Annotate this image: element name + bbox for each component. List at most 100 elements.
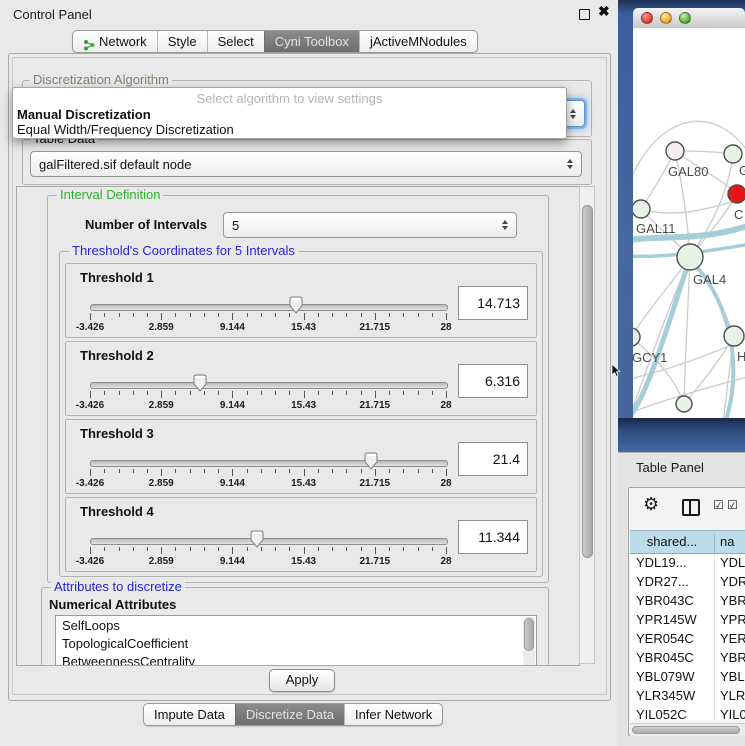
table-row[interactable]: YBL079W YBL0	[630, 668, 745, 687]
tick-mark	[261, 391, 262, 395]
tab-jactivemnodules[interactable]: jActiveMNodules	[359, 31, 477, 52]
threshold-value-field[interactable]: 6.316	[458, 364, 528, 398]
table-row[interactable]: YIL052C YIL0	[630, 706, 745, 720]
cell-name[interactable]: YDL1	[720, 555, 745, 570]
column-divider	[714, 649, 715, 668]
tick-mark	[147, 547, 148, 551]
slider-ticks: -3.4262.8599.14415.4321.71528	[90, 313, 446, 333]
scrollbar-thumb[interactable]	[582, 205, 593, 558]
table-row[interactable]: YLR345W YLR3	[630, 687, 745, 706]
cell-shared-name[interactable]: YLR345W	[636, 688, 695, 703]
number-of-intervals-combo[interactable]: 5	[223, 212, 517, 238]
threshold-value-field[interactable]: 21.4	[458, 442, 528, 476]
table-data-combo[interactable]: galFiltered.sif default node	[30, 151, 582, 177]
network-node-gal4[interactable]	[677, 244, 703, 270]
top-tab-bar: Network Style Select Cyni Toolbox jActiv…	[72, 30, 478, 53]
tick-mark	[318, 313, 319, 317]
network-node-ga[interactable]	[724, 145, 742, 163]
close-icon[interactable]: ✖	[598, 3, 610, 20]
slider-handle[interactable]	[288, 296, 304, 314]
network-node-gal80[interactable]	[666, 142, 684, 160]
close-traffic-light-icon[interactable]	[641, 12, 653, 24]
slider-handle[interactable]	[249, 530, 265, 548]
tick-label: -3.426	[76, 400, 104, 411]
slider-track[interactable]	[90, 538, 448, 545]
checkbox-icon[interactable]: ☑	[713, 498, 724, 512]
cell-name[interactable]: YIL0	[720, 707, 745, 720]
zoom-traffic-light-icon[interactable]	[679, 12, 691, 24]
cell-name[interactable]: YDR2	[720, 574, 745, 589]
table-horizontal-scrollbar[interactable]	[630, 723, 745, 736]
cell-shared-name[interactable]: YBL079W	[636, 669, 695, 684]
table-row[interactable]: YER054C YER0	[630, 630, 745, 649]
cell-name[interactable]: YER0	[720, 631, 745, 646]
table-row[interactable]: YBR045C YBR0	[630, 649, 745, 668]
tick-mark	[247, 469, 248, 473]
cell-shared-name[interactable]: YBR043C	[636, 593, 694, 608]
tab-impute-data[interactable]: Impute Data	[144, 704, 235, 725]
network-node-hap2[interactable]	[676, 396, 692, 412]
tab-infer-network[interactable]: Infer Network	[344, 704, 442, 725]
table-row[interactable]: YDL19... YDL1	[630, 554, 745, 573]
tab-select[interactable]: Select	[207, 31, 264, 52]
algorithm-option-2[interactable]: Equal Width/Frequency Discretization	[17, 122, 562, 137]
attribute-list-item[interactable]: BetweennessCentrality	[62, 654, 195, 666]
cell-name[interactable]: YLR3	[720, 688, 745, 703]
tick-mark	[375, 469, 376, 476]
cell-name[interactable]: YPR1	[720, 612, 745, 627]
tick-mark	[432, 313, 433, 317]
cell-shared-name[interactable]: YBR045C	[636, 650, 694, 665]
column-header-shared-name[interactable]: shared...	[630, 534, 715, 555]
tick-mark	[90, 313, 91, 320]
cell-shared-name[interactable]: YPR145W	[636, 612, 697, 627]
tick-mark	[104, 391, 105, 395]
settings-vertical-scrollbar[interactable]	[579, 186, 595, 664]
cell-name[interactable]: YBL0	[720, 669, 745, 684]
scrollbar-thumb[interactable]	[524, 618, 534, 651]
attribute-list-item[interactable]: SelfLoops	[62, 618, 120, 636]
network-window-titlebar[interactable]	[633, 8, 745, 29]
slider-track[interactable]	[90, 304, 448, 311]
tab-network[interactable]: Network	[73, 31, 157, 52]
node-label: GA	[739, 163, 745, 178]
slider-track[interactable]	[90, 382, 448, 389]
tab-style[interactable]: Style	[157, 31, 207, 52]
tab-discretize-data[interactable]: Discretize Data	[235, 704, 344, 725]
network-node-gal11[interactable]	[633, 200, 650, 218]
slider-track[interactable]	[90, 460, 448, 467]
cell-shared-name[interactable]: YER054C	[636, 631, 694, 646]
threshold-value-field[interactable]: 11.344	[458, 520, 528, 554]
apply-button[interactable]: Apply	[269, 669, 335, 692]
threshold-value-field[interactable]: 14.713	[458, 286, 528, 320]
cell-name[interactable]: YBR0	[720, 593, 745, 608]
network-node-c[interactable]	[728, 185, 745, 203]
tick-mark	[247, 547, 248, 551]
cell-shared-name[interactable]: YIL052C	[636, 707, 687, 720]
cell-name[interactable]: YBR0	[720, 650, 745, 665]
attribute-list-item[interactable]: TopologicalCoefficient	[62, 636, 188, 654]
tick-mark	[403, 469, 404, 473]
spinner-icon	[502, 220, 508, 230]
table-row[interactable]: YPR145W YPR1	[630, 611, 745, 630]
cell-shared-name[interactable]: YDL19...	[636, 555, 687, 570]
network-node-h[interactable]	[724, 326, 744, 346]
checkbox-icon[interactable]: ☑	[727, 498, 738, 512]
table-row[interactable]: YDR27... YDR2	[630, 573, 745, 592]
slider-handle[interactable]	[363, 452, 379, 470]
minimize-traffic-light-icon[interactable]	[660, 12, 672, 24]
network-canvas[interactable]: GAL80GACGAL11GAL4GCY1HHAP2	[633, 28, 745, 420]
float-window-icon[interactable]	[579, 9, 590, 20]
tick-mark	[161, 469, 162, 476]
slider-handle[interactable]	[192, 374, 208, 392]
tab-cyni-toolbox[interactable]: Cyni Toolbox	[264, 31, 359, 52]
algorithm-option-1[interactable]: Manual Discretization	[17, 107, 562, 122]
cell-shared-name[interactable]: YDR27...	[636, 574, 689, 589]
split-columns-icon[interactable]	[682, 499, 700, 516]
column-header-name[interactable]: na	[720, 534, 734, 549]
attributes-list-scrollbar[interactable]	[523, 617, 535, 665]
tick-mark	[190, 313, 191, 317]
table-row[interactable]: YBR043C YBR0	[630, 592, 745, 611]
numerical-attributes-list: SelfLoopsTopologicalCoefficientBetweenne…	[55, 615, 537, 666]
gear-icon[interactable]: ⚙	[643, 494, 659, 515]
scrollbar-thumb[interactable]	[632, 726, 740, 734]
